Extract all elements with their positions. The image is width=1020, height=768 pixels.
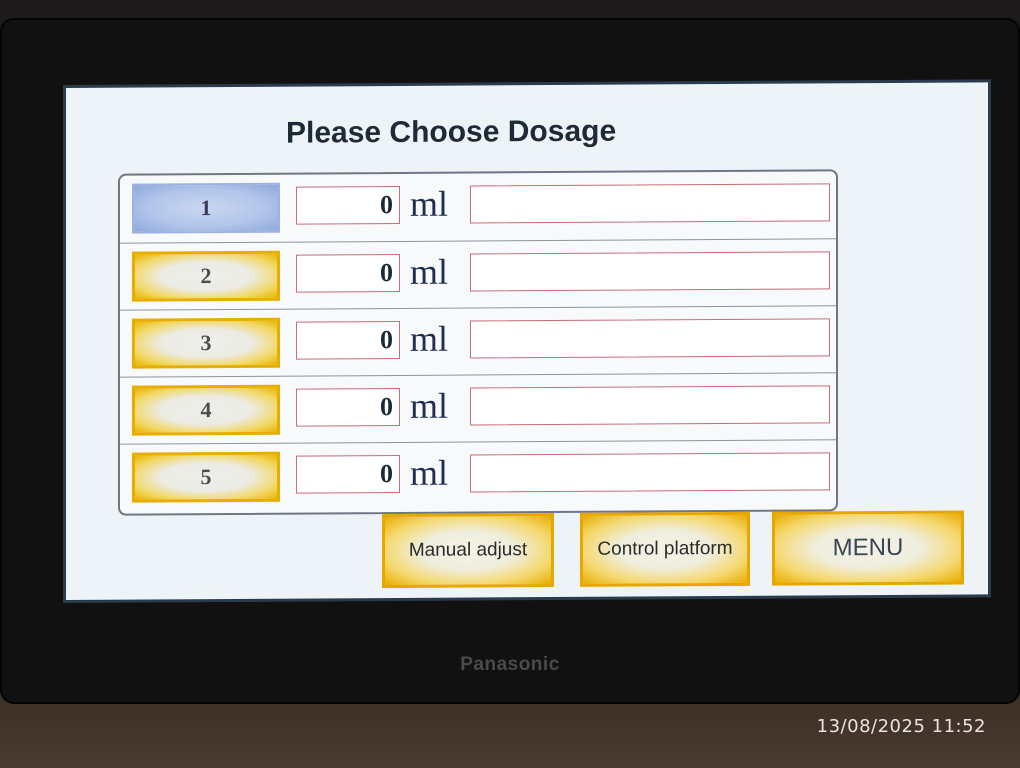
dosage-value-field-2[interactable]: 0 [296, 253, 400, 293]
brand-logo: Panasonic [460, 654, 560, 675]
dosage-select-button-4[interactable]: 4 [132, 384, 280, 436]
dosage-panel: 1 0 ml 2 0 ml 3 0 ml 4 0 ml 5 0 ml [118, 169, 838, 516]
dosage-name-field-2[interactable] [470, 251, 830, 292]
dosage-row-3: 3 0 ml [120, 305, 836, 377]
dosage-row-2: 2 0 ml [120, 238, 836, 310]
dosage-name-field-1[interactable] [470, 183, 830, 224]
dosage-name-field-5[interactable] [470, 452, 830, 493]
photo-timestamp: 13/08/2025 11:52 [816, 716, 986, 737]
dosage-row-4: 4 0 ml [120, 372, 836, 444]
dosage-select-button-1[interactable]: 1 [132, 182, 280, 234]
dosage-unit-label-4: ml [410, 385, 449, 426]
dosage-select-button-2[interactable]: 2 [132, 250, 280, 302]
dosage-name-field-4[interactable] [470, 385, 830, 426]
manual-adjust-button[interactable]: Manual adjust [382, 513, 554, 589]
dosage-row-5: 5 0 ml [120, 439, 836, 511]
dosage-select-button-5[interactable]: 5 [132, 451, 280, 503]
dosage-unit-label-2: ml [410, 251, 449, 292]
dosage-value-field-4[interactable]: 0 [296, 387, 400, 427]
control-platform-button[interactable]: Control platform [580, 511, 750, 587]
dosage-select-button-3[interactable]: 3 [132, 317, 280, 369]
dosage-row-1: 1 0 ml [120, 171, 836, 241]
dosage-value-field-1[interactable]: 0 [296, 185, 400, 225]
hmi-screen: Please Choose Dosage 1 0 ml 2 0 ml 3 0 m… [66, 82, 988, 601]
page-title: Please Choose Dosage [286, 114, 617, 150]
dosage-value-field-3[interactable]: 0 [296, 320, 400, 360]
menu-button[interactable]: MENU [772, 510, 964, 586]
dosage-unit-label-5: ml [410, 452, 449, 493]
dosage-unit-label-1: ml [410, 183, 449, 224]
dosage-name-field-3[interactable] [470, 318, 830, 359]
dosage-value-field-5[interactable]: 0 [296, 454, 400, 494]
dosage-unit-label-3: ml [410, 318, 449, 359]
